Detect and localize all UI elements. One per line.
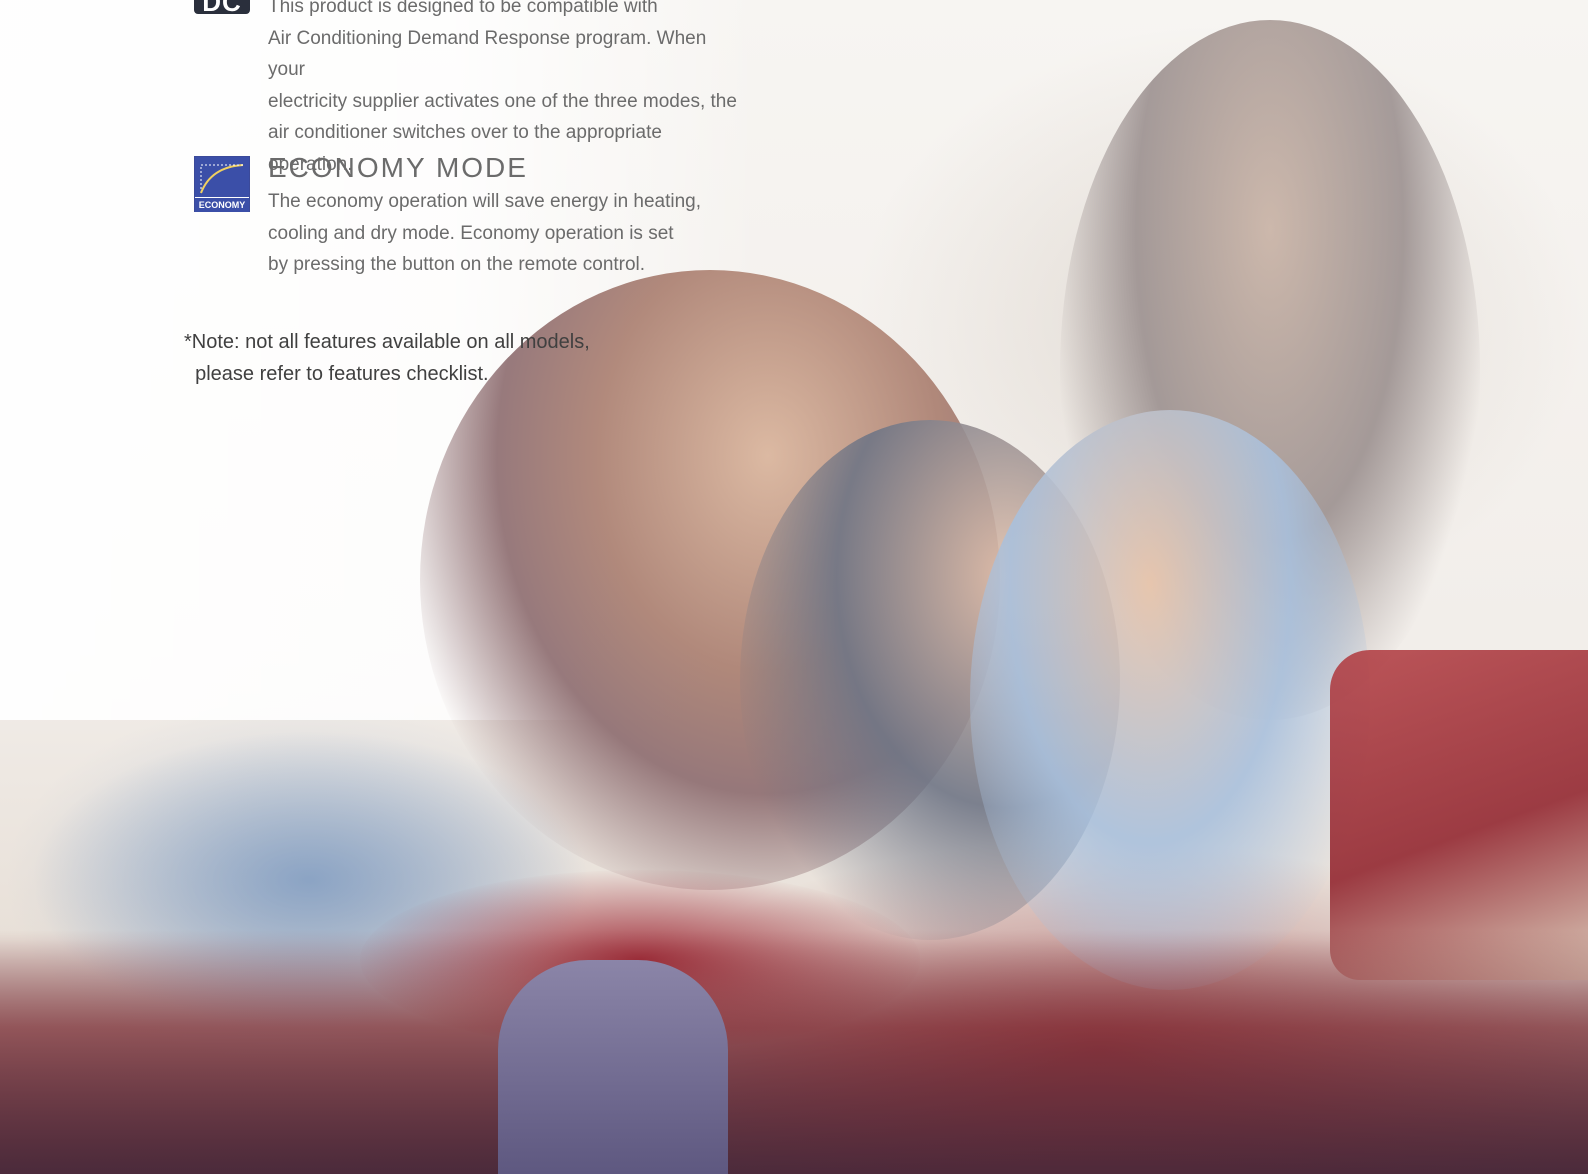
economy-text-line: by pressing the button on the remote con…	[268, 254, 646, 275]
son-figure	[970, 410, 1370, 990]
dc-text-line: electricity supplier activates one of th…	[268, 90, 737, 112]
economy-icon-label: ECONOMY	[195, 197, 249, 212]
brochure-page: DC This product is designed to be compat…	[0, 0, 1588, 1174]
note-line: please refer to features checklist.	[184, 363, 489, 385]
purple-pouf	[498, 960, 728, 1174]
features-note: *Note: not all features available on all…	[184, 326, 590, 390]
dc-text-line: This product is designed to be compatibl…	[268, 0, 658, 17]
economy-title: ECONOMY MODE	[268, 152, 528, 183]
dc-icon-label: DC	[202, 0, 242, 14]
note-line: *Note: not all features available on all…	[184, 331, 590, 353]
economy-icon: ECONOMY	[194, 156, 250, 212]
economy-graph-icon	[195, 157, 249, 197]
economy-description: ECONOMY MODE The economy operation will …	[268, 150, 748, 281]
dc-text-line: Air Conditioning Demand Response program…	[268, 27, 707, 81]
sofa	[0, 930, 1588, 1174]
dc-icon: DC	[194, 0, 250, 14]
economy-text-line: The economy operation will save energy i…	[268, 191, 702, 212]
economy-text-line: cooling and dry mode. Economy operation …	[268, 222, 674, 244]
